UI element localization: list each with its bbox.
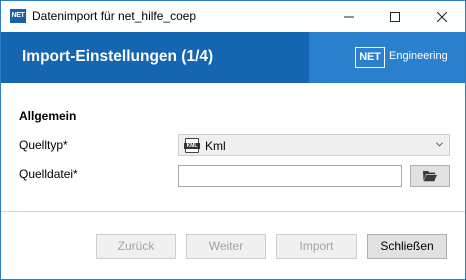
window-title: Datenimport für net_hilfe_coep [32,9,197,23]
next-button[interactable]: Weiter [186,234,266,259]
folder-open-icon [423,171,437,182]
minimize-icon [344,16,354,17]
close-window-button[interactable] [419,1,465,32]
back-button[interactable]: Zurück [96,234,176,259]
brand-area: NET Engineering [309,32,465,83]
close-button[interactable]: Schließen [367,234,447,259]
maximize-icon [390,11,400,22]
page-title: Import-Einstellungen (1/4) [22,48,214,65]
minimize-button[interactable] [326,1,372,32]
footer-divider [1,211,465,212]
brand-logo-icon: NET [355,47,385,68]
header-banner: Import-Einstellungen (1/4) NET Engineeri… [1,32,465,83]
brand-name: Engineering [389,50,448,62]
browse-button[interactable] [410,165,450,187]
source-file-input[interactable] [178,165,402,187]
source-type-select[interactable]: KML Kml [178,134,450,156]
kml-file-icon: KML [184,138,200,153]
title-bar[interactable]: NET Datenimport für net_hilfe_coep [1,1,465,32]
import-dialog: NET Datenimport für net_hilfe_coep Impor… [0,0,466,280]
source-file-label: Quelldatei* [19,167,78,181]
section-title: Allgemein [19,109,77,123]
maximize-button[interactable] [372,1,418,32]
import-button[interactable]: Import [276,234,357,259]
close-icon [437,11,447,22]
app-logo-icon: NET [10,9,26,23]
source-type-label: Quelltyp* [19,138,68,152]
source-type-value: Kml [205,139,226,153]
kml-icon-tag: KML [184,143,200,149]
chevron-down-icon [436,142,443,147]
